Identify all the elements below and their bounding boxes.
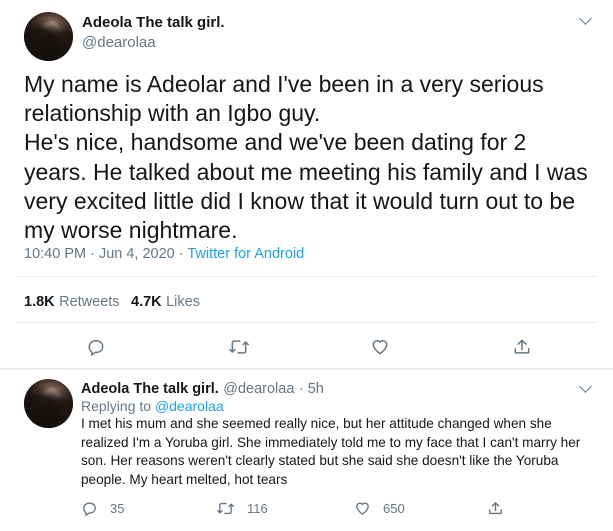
likes-count: 4.7K [131, 294, 162, 310]
replying-to-label: Replying to [81, 398, 155, 414]
share-button[interactable] [512, 337, 532, 357]
reply-count: 35 [110, 501, 125, 516]
likes-label: Likes [166, 294, 200, 310]
reply-retweet-button[interactable]: 116 [216, 500, 268, 517]
retweet-count: 116 [247, 501, 268, 516]
like-count: 650 [383, 501, 405, 516]
retweet-icon [217, 502, 234, 515]
timestamp[interactable]: 10:40 PM · Jun 4, 2020 · [24, 246, 187, 262]
chevron-down-icon [579, 380, 592, 393]
retweet-button[interactable] [228, 337, 250, 357]
share-icon [489, 502, 502, 515]
reply-age[interactable]: · 5h [299, 381, 324, 397]
like-icon [356, 502, 369, 515]
reply-icon [88, 340, 104, 356]
reply-button[interactable] [86, 337, 106, 357]
reply-author-name[interactable]: Adeola The talk girl. [81, 381, 219, 397]
likes-stat[interactable]: 4.7K Likes [131, 293, 200, 311]
like-icon [372, 340, 388, 355]
replying-to-handle[interactable]: @dearolaa [155, 398, 224, 414]
reply-author-handle[interactable]: @dearolaa [223, 381, 294, 397]
author-handle[interactable]: @dearolaa [82, 34, 156, 51]
reply-menu-button[interactable] [575, 378, 597, 400]
source-link[interactable]: Twitter for Android [187, 246, 304, 262]
reply-reply-button[interactable]: 35 [81, 500, 124, 517]
retweets-count: 1.8K [24, 294, 55, 310]
chevron-down-icon [579, 12, 592, 25]
retweets-label: Retweets [59, 294, 120, 310]
tweet-meta: 10:40 PM · Jun 4, 2020 · Twitter for And… [24, 246, 304, 262]
reply-icon [83, 502, 96, 516]
retweets-stat[interactable]: 1.8K Retweets [24, 293, 120, 311]
tweet-menu-button[interactable] [575, 10, 597, 32]
divider [16, 276, 597, 277]
reply-avatar[interactable] [24, 379, 73, 428]
share-icon [514, 339, 530, 354]
reply-share-button[interactable] [487, 500, 504, 522]
reply-text: I met his mum and she seemed really nice… [81, 416, 581, 487]
author-name[interactable]: Adeola The talk girl. [82, 14, 225, 31]
divider [0, 368, 613, 370]
reply-header: Adeola The talk girl. @dearolaa · 5h [81, 380, 324, 398]
reply-like-button[interactable]: 650 [354, 500, 405, 517]
tweet-text: My name is Adeolar and I've been in a ve… [24, 71, 588, 244]
like-button[interactable] [370, 337, 390, 357]
replying-to: Replying to @dearolaa [81, 398, 224, 414]
avatar[interactable] [24, 12, 73, 61]
divider [16, 322, 597, 323]
retweet-icon [229, 340, 249, 354]
